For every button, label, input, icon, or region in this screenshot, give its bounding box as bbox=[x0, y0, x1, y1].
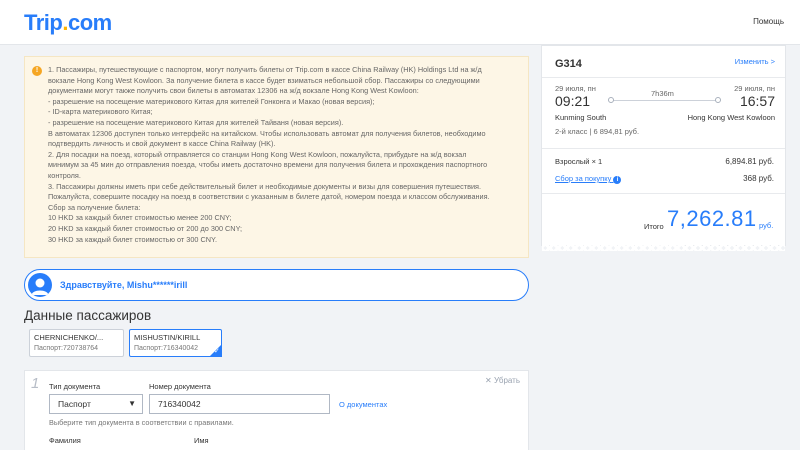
adult-fare-value: 6,894.81 руб. bbox=[725, 157, 774, 166]
notice-line: вокзале Hong Kong West Kowloon. За получ… bbox=[48, 75, 480, 85]
notice-line: 30 HKD за каждый билет стоимостью от 300… bbox=[48, 234, 217, 244]
passenger-document: Паспорт:720738764 bbox=[34, 345, 99, 352]
notice-line: контроля. bbox=[48, 170, 81, 180]
adult-fare-label: Взрослый × 1 bbox=[555, 157, 603, 166]
selected-check-icon: ✓ bbox=[209, 344, 222, 357]
warning-icon: ! bbox=[32, 66, 42, 76]
notice-line: подтвердить личность и свой документ в к… bbox=[48, 139, 276, 149]
arrive-time: 16:57 bbox=[739, 93, 775, 109]
total-currency: руб. bbox=[759, 221, 774, 230]
info-icon[interactable]: i bbox=[613, 176, 622, 184]
top-bar: Trip.com Помощь bbox=[0, 0, 800, 45]
notice-line: - ID-карта материкового Китая; bbox=[48, 107, 153, 117]
arrive-date: 29 июля, пн bbox=[734, 84, 775, 93]
passenger-name: CHERNICHENKO/... bbox=[34, 333, 104, 342]
passenger-card-1[interactable]: CHERNICHENKO/... Паспорт:720738764 bbox=[29, 329, 124, 357]
notice-line: 1. Пассажиры, путешествующие с паспортом… bbox=[48, 65, 482, 74]
trip-logo[interactable]: Trip.com bbox=[24, 10, 112, 36]
doc-number-input[interactable] bbox=[149, 394, 330, 414]
ticket-notice: ! 1. Пассажиры, путешествующие с паспорт… bbox=[24, 56, 529, 258]
notice-line: 20 HKD за каждый билет стоимостью от 200… bbox=[48, 223, 242, 233]
login-greeting[interactable]: Здравствуйте, Mishu******irill bbox=[24, 269, 529, 301]
notice-line: - разрешение на посещение материкового К… bbox=[48, 117, 344, 127]
passenger-number: 1 bbox=[31, 375, 40, 392]
passengers-title: Данные пассажиров bbox=[24, 308, 152, 323]
help-link[interactable]: Помощь bbox=[753, 17, 784, 26]
train-number: G314 bbox=[555, 58, 582, 70]
notice-line: 3. Пассажиры должны иметь при себе дейст… bbox=[48, 181, 482, 191]
caret-down-icon: ▼ bbox=[128, 399, 136, 408]
logo-suffix: com bbox=[67, 10, 112, 35]
notice-line: минимум за 45 мин до отправления поезда,… bbox=[48, 160, 488, 170]
logo-text: Trip bbox=[24, 10, 63, 35]
total-label: Итого bbox=[644, 222, 664, 231]
notice-line: 2. Для посадки на поезд, который отправл… bbox=[48, 149, 467, 159]
passenger-card-2[interactable]: MISHUSTIN/KIRILL Паспорт:716340042 ✓ bbox=[129, 329, 222, 357]
name-label: Имя bbox=[194, 436, 209, 445]
doc-number-label: Номер документа bbox=[149, 382, 211, 391]
notice-line: 10 HKD за каждый билет стоимостью менее … bbox=[48, 213, 232, 223]
remove-passenger-button[interactable]: ✕ Убрать bbox=[485, 376, 520, 385]
passenger-name: MISHUSTIN/KIRILL bbox=[134, 333, 201, 342]
total-price: 7,262.81 bbox=[667, 206, 757, 231]
depart-station: Kunming South bbox=[555, 113, 607, 122]
notice-line: документами могут также получить свои би… bbox=[48, 86, 419, 96]
ticket-edge bbox=[542, 245, 785, 251]
trip-summary: G314 Изменить > 29 июля, пн 29 июля, пн … bbox=[541, 45, 786, 251]
depart-time: 09:21 bbox=[555, 93, 591, 109]
passenger-document: Паспорт:716340042 bbox=[134, 345, 199, 352]
passenger-form: 1 ✕ Убрать Тип документа Номер документа… bbox=[24, 370, 529, 450]
divider bbox=[542, 193, 785, 194]
user-icon bbox=[31, 278, 49, 295]
surname-label: Фамилия bbox=[49, 436, 81, 445]
notice-text: 1. Пассажиры, путешествующие с паспортом… bbox=[48, 65, 520, 245]
notice-line: В автоматах 12306 доступен только интерф… bbox=[48, 128, 486, 138]
route-line bbox=[611, 100, 718, 101]
seat-class: 2-й класс | 6 894,81 руб. bbox=[555, 127, 640, 136]
notice-line: Сбор за получение билета: bbox=[48, 202, 141, 212]
doc-type-select[interactable]: Паспорт ▼ bbox=[49, 394, 143, 414]
depart-date: 29 июля, пн bbox=[555, 84, 596, 93]
arrive-station: Hong Kong West Kowloon bbox=[687, 113, 775, 122]
greeting-text: Здравствуйте, Mishu******irill bbox=[60, 280, 188, 290]
booking-fee-value: 368 руб. bbox=[743, 174, 774, 183]
doc-type-value: Паспорт bbox=[58, 399, 91, 409]
depart-dot-icon bbox=[608, 97, 614, 103]
booking-fee-link[interactable]: Сбор за покупку i bbox=[555, 174, 622, 184]
doc-type-label: Тип документа bbox=[49, 382, 101, 391]
trip-duration: 7h36m bbox=[651, 89, 674, 98]
change-trip-link[interactable]: Изменить > bbox=[735, 57, 775, 66]
notice-line: - разрешение на посещение материкового К… bbox=[48, 96, 375, 106]
arrive-dot-icon bbox=[715, 97, 721, 103]
divider bbox=[542, 148, 785, 149]
notice-line: Пожалуйста, совершите посадку на поезд в… bbox=[48, 192, 490, 202]
doc-type-hint: Выберите тип документа в соответствии с … bbox=[49, 418, 234, 427]
divider bbox=[542, 77, 785, 78]
booking-fee-label: Сбор за покупку bbox=[555, 174, 612, 183]
avatar bbox=[28, 273, 52, 297]
about-documents-link[interactable]: О документах bbox=[339, 400, 387, 409]
